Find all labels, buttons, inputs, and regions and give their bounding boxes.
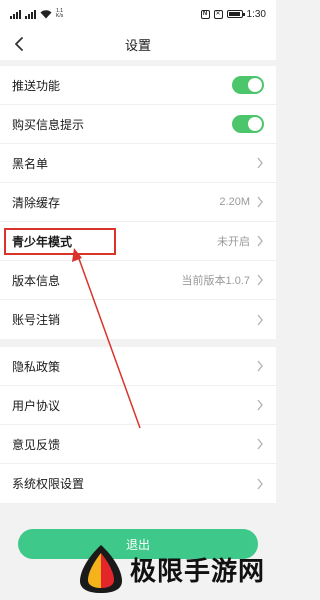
row-teen-mode[interactable]: 青少年模式 未开启 (0, 222, 276, 261)
row-blacklist[interactable]: 黑名单 (0, 144, 276, 183)
back-button[interactable] (10, 35, 28, 53)
row-label: 版本信息 (12, 273, 61, 288)
row-label: 推送功能 (12, 78, 61, 93)
row-label: 系统权限设置 (12, 477, 85, 491)
row-label: 隐私政策 (12, 359, 61, 374)
row-account-cancel[interactable]: 账号注销 (0, 300, 276, 339)
chevron-right-icon (257, 314, 263, 325)
status-time: 1:30 (246, 8, 266, 20)
version-value: 当前版本1.0.7 (181, 275, 250, 287)
chevron-right-icon (257, 157, 263, 169)
row-purchase-notice: 购买信息提示 (0, 105, 276, 144)
nav-bar: 设置 (0, 28, 276, 60)
row-privacy-policy[interactable]: 隐私政策 (0, 347, 276, 386)
watermark-text: 极限手游网 (130, 556, 266, 587)
signal-icon-2 (25, 9, 36, 19)
settings-group-1: 推送功能 购买信息提示 黑名单 清除缓存 2.20M 青少年模式 未开启 版本信… (0, 66, 276, 339)
settings-group-2: 隐私政策 用户协议 意见反馈 系统权限设置 (0, 347, 276, 503)
chevron-right-icon (257, 478, 263, 489)
network-speed: 1.1 K/s (56, 8, 64, 19)
chevron-right-icon (257, 235, 263, 247)
chevron-right-icon (257, 360, 263, 372)
row-push: 推送功能 (0, 66, 276, 105)
purchase-notice-toggle[interactable] (232, 115, 264, 133)
row-label: 用户协议 (12, 398, 61, 413)
mute-icon: ✕ (213, 9, 223, 19)
battery-icon (226, 10, 245, 18)
chevron-right-icon (257, 196, 263, 208)
wifi-icon (40, 9, 52, 18)
row-user-agreement[interactable]: 用户协议 (0, 386, 276, 425)
row-system-permissions[interactable]: 系统权限设置 (0, 464, 276, 503)
signal-icon (10, 9, 21, 19)
page-title: 设置 (124, 37, 151, 53)
row-label: 购买信息提示 (12, 117, 85, 132)
chevron-right-icon (257, 274, 263, 286)
cache-size: 2.20M (219, 196, 250, 208)
status-bar: 1.1 K/s N ✕ 1:30 (0, 0, 276, 28)
row-label: 意见反馈 (12, 437, 61, 452)
row-clear-cache[interactable]: 清除缓存 2.20M (0, 183, 276, 222)
teen-mode-status: 未开启 (217, 236, 250, 248)
row-label: 青少年模式 (12, 234, 73, 249)
row-feedback[interactable]: 意见反馈 (0, 425, 276, 464)
nfc-icon: N (200, 9, 210, 19)
chevron-right-icon (257, 438, 263, 450)
row-version[interactable]: 版本信息 当前版本1.0.7 (0, 261, 276, 300)
site-logo-icon (80, 545, 122, 593)
watermark: 极限手游网 (78, 542, 274, 596)
chevron-left-icon (15, 37, 23, 51)
chevron-right-icon (257, 399, 263, 411)
push-toggle[interactable] (232, 76, 264, 94)
row-label: 黑名单 (12, 156, 49, 171)
row-label: 清除缓存 (12, 195, 61, 210)
row-label: 账号注销 (12, 313, 61, 327)
